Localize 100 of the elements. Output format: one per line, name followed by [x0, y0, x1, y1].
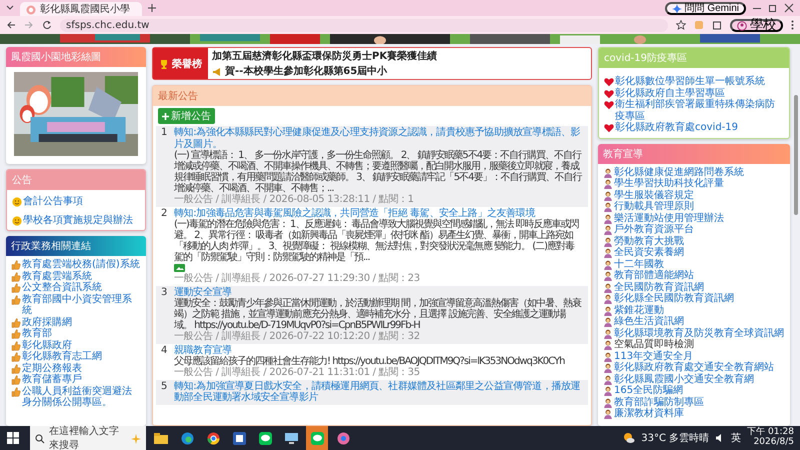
folder-icon[interactable]: [154, 432, 168, 444]
notice-link[interactable]: 學校各項實施規定與辦法: [12, 215, 140, 227]
link-item[interactable]: 165全民防騙網: [603, 385, 785, 396]
person-icon: [603, 248, 613, 258]
link-item[interactable]: 教育儲蓄專戶: [11, 374, 141, 386]
restore-icon[interactable]: [768, 3, 778, 13]
thumbs-up-icon: [11, 340, 21, 351]
link-item[interactable]: 學生服裝儀容規定: [603, 190, 785, 201]
link-item[interactable]: 定期公務報表: [11, 362, 141, 374]
person-icon: [603, 225, 613, 235]
link-item[interactable]: 彰化縣健康促進網路問卷系統: [603, 166, 785, 178]
link-item[interactable]: 戶外教育資源平台: [603, 224, 785, 236]
windows-start-icon[interactable]: [7, 432, 19, 444]
person-icon: [603, 179, 613, 189]
thumbs-up-icon: [11, 352, 21, 362]
plus-icon: [162, 112, 169, 120]
link-item[interactable]: 學生學習扶助科技化評量: [603, 178, 785, 190]
link-item[interactable]: 全民資安素養網: [603, 247, 785, 258]
person-icon: [603, 398, 613, 408]
link-item[interactable]: 全民國防教育資訊網: [603, 282, 785, 293]
link-item[interactable]: 教育部: [11, 328, 141, 340]
post-meta: 一般公告 / 訓導組長 / 2026-07-27 11:29:30 / 點閱：23: [174, 273, 421, 284]
clock[interactable]: 下午 01:28 2026/8/5: [747, 428, 794, 448]
link-item[interactable]: 彰化縣全民國防教育資訊網: [603, 293, 785, 304]
thumbs-up-icon: [11, 386, 21, 397]
person-icon: [603, 236, 613, 246]
link-item[interactable]: 教育部國中小資安管理系統: [11, 294, 141, 317]
close-icon[interactable]: [784, 3, 794, 13]
person-icon: [603, 214, 613, 224]
gemini-button[interactable]: 問問 Gemini: [664, 2, 746, 14]
link-item[interactable]: 行動載具管理原則: [603, 201, 785, 212]
person-icon: [603, 260, 613, 270]
person-icon: [603, 168, 613, 178]
link-item[interactable]: 空氣品質即時檢測: [603, 339, 785, 350]
post-title[interactable]: 轉知:為加強宣導夏日戲水安全，請積極運用網頁、社群媒體及社區鄰里之公益宣傳管道，播放運動部全民運動署水域安全宣導影片: [174, 380, 583, 404]
bookmark-star-icon[interactable]: [676, 20, 686, 30]
menu-icon[interactable]: [791, 20, 794, 30]
scrollbar-thumb[interactable]: [794, 95, 798, 215]
link-item[interactable]: 彰化縣數位學習師生單一帳號系統: [604, 76, 784, 88]
link-item[interactable]: 彰化縣鳳霞國小交通安全教育網: [603, 374, 785, 385]
browser-tab[interactable]: 彰化縣鳳霞國民小學: [20, 2, 142, 16]
post-title[interactable]: 轉知:加強毒品危害與毒駕風險之認識，共同營造「拒絕 毒駕、安全上路」之友善環境: [174, 208, 583, 219]
thumbs-up-icon: [11, 329, 21, 340]
link-item[interactable]: 彰化縣政府: [11, 340, 141, 352]
person-icon: [603, 306, 613, 316]
chevron-down-icon[interactable]: [6, 5, 14, 11]
link-item[interactable]: 彰化縣政府教育處covid-19: [604, 122, 784, 134]
link-item[interactable]: 樂活運動站使用管理辦法: [603, 212, 785, 224]
ticker-item[interactable]: 加第五屆慈濟彰化縣盃環保防災勇士PK賽榮獲佳績: [208, 49, 591, 63]
document-app-icon[interactable]: [232, 432, 246, 444]
link-item[interactable]: 政府採購網: [11, 316, 141, 328]
link-item[interactable]: 紫錐花運動: [603, 304, 785, 316]
link-item[interactable]: 綠色生活資訊網: [603, 316, 785, 328]
post-meta: 一般公告 / 訓導組長 / 2026-08-05 13:28:11 / 點閱：1: [174, 194, 415, 206]
monitor-icon[interactable]: [284, 432, 298, 444]
new-tab-icon[interactable]: [148, 4, 156, 12]
link-item[interactable]: 衛生福利部疾管署嚴重特殊傳染病防疫專區: [604, 99, 784, 122]
back-icon[interactable]: [6, 20, 16, 30]
search-icon: [35, 434, 45, 444]
post-title[interactable]: 轉知:為強化本縣縣民對心理健康促進及心理支持資源之認識，請貴校惠予協助擴放宣導標語、影片及圖片。: [174, 127, 583, 150]
notice-link[interactable]: 會計公告事項: [12, 196, 140, 208]
add-post-button[interactable]: 新增公告: [158, 108, 215, 124]
person-icon: [603, 363, 613, 373]
school-logo-icon: [26, 4, 36, 14]
honor-label: 榮譽榜: [153, 48, 208, 79]
link-item[interactable]: 公文整合資訊系統: [11, 282, 141, 294]
link-item[interactable]: 彰化縣政府教育處交通安全教育網站: [603, 362, 785, 374]
post-summary: (一)毒駕的潛在危險與危害： 1、反應遲鈍： 毒品會導致大腦視覺與空間感錯亂，無法 即時反應車或閃避。 2、異常行徑： 吸毒者（如新興毒品「喪屍煙彈」依托咪 酯）易產生幻覺、暴衝，開車上路宛如「移動的人肉 炸彈」。 3、視覺障礙： 視線模糊、無法對焦，對突發狀況毫無應 變能力。 (二)應對毒駕的「防禦駕駛」守則：防禦駕駛的精神是「預...: [174, 219, 580, 263]
thumbs-up-icon: [11, 272, 21, 282]
person-icon: [603, 317, 613, 327]
browser-swirl-icon[interactable]: [180, 432, 194, 444]
weather-icon: [623, 432, 636, 444]
link-item[interactable]: 廉潔教材資料庫: [603, 408, 785, 420]
post-summary: (一) 宣導標語： 1、 多一份水岸守護，多一份生命照顧。 2、 鎮靜安眠藥5不4要：不自行購買、不自行增減或停藥、不喝酒、不開車操作機具、不轉售；要遵照醫囑，配白開水服用，服藥後立即就寢，養成規律睡眠習慣，有用藥問題請洽醫師或藥師。 3、 鎮靜安眠藥請牢記「5不4要」：不自行購買、不自行增減停藥、不喝酒、不開車、不轉售；...: [174, 150, 583, 194]
link-item[interactable]: 教育處雲端系統: [11, 270, 141, 282]
link-item[interactable]: 勞動教育大挑戰: [603, 236, 785, 247]
post-title[interactable]: 親職教育宣導: [174, 344, 564, 356]
link-item[interactable]: 彰化縣教育志工網: [11, 351, 141, 363]
trophy-icon: [159, 59, 169, 69]
post-title[interactable]: 運動安全宣導: [174, 286, 583, 298]
link-item[interactable]: 113年交通安全月: [603, 350, 785, 362]
panel-title: covid-19防疫專區: [599, 48, 789, 68]
chat-app-icon[interactable]: [258, 432, 272, 444]
link-item[interactable]: 教育部詐騙防制專區: [603, 396, 785, 408]
link-item[interactable]: 教育部體適能網站: [603, 270, 785, 282]
input-method-label[interactable]: 英: [731, 431, 742, 445]
link-item[interactable]: 教育處雲端校務(請假)系統: [11, 259, 141, 271]
link-item[interactable]: 十二年國教: [603, 258, 785, 270]
address-field[interactable]: sfsps.chc.edu.tw: [60, 18, 668, 32]
sparkle-icon: [672, 4, 682, 14]
panel-title: 教育宣導: [598, 144, 790, 164]
link-item[interactable]: 彰化縣政府自主學習專區: [604, 88, 784, 99]
link-item[interactable]: 公職人員利益衝突迴避法身分關係公開專區。: [11, 386, 141, 409]
reload-icon[interactable]: [42, 20, 52, 30]
browser-circle-icon[interactable]: [206, 432, 220, 444]
ticker-item[interactable]: 賀--本校學生參加彰化縣第65屆中小: [208, 64, 591, 78]
panel-title: 鳳霞國小園地彩絲圖: [6, 47, 146, 67]
link-item[interactable]: 彰化縣環境教育及防災教育全球資訊網: [603, 328, 785, 339]
taskbar-search-field[interactable]: 在這裡輸入文字來搜尋: [30, 426, 146, 450]
thumbs-up-icon: [11, 260, 21, 270]
